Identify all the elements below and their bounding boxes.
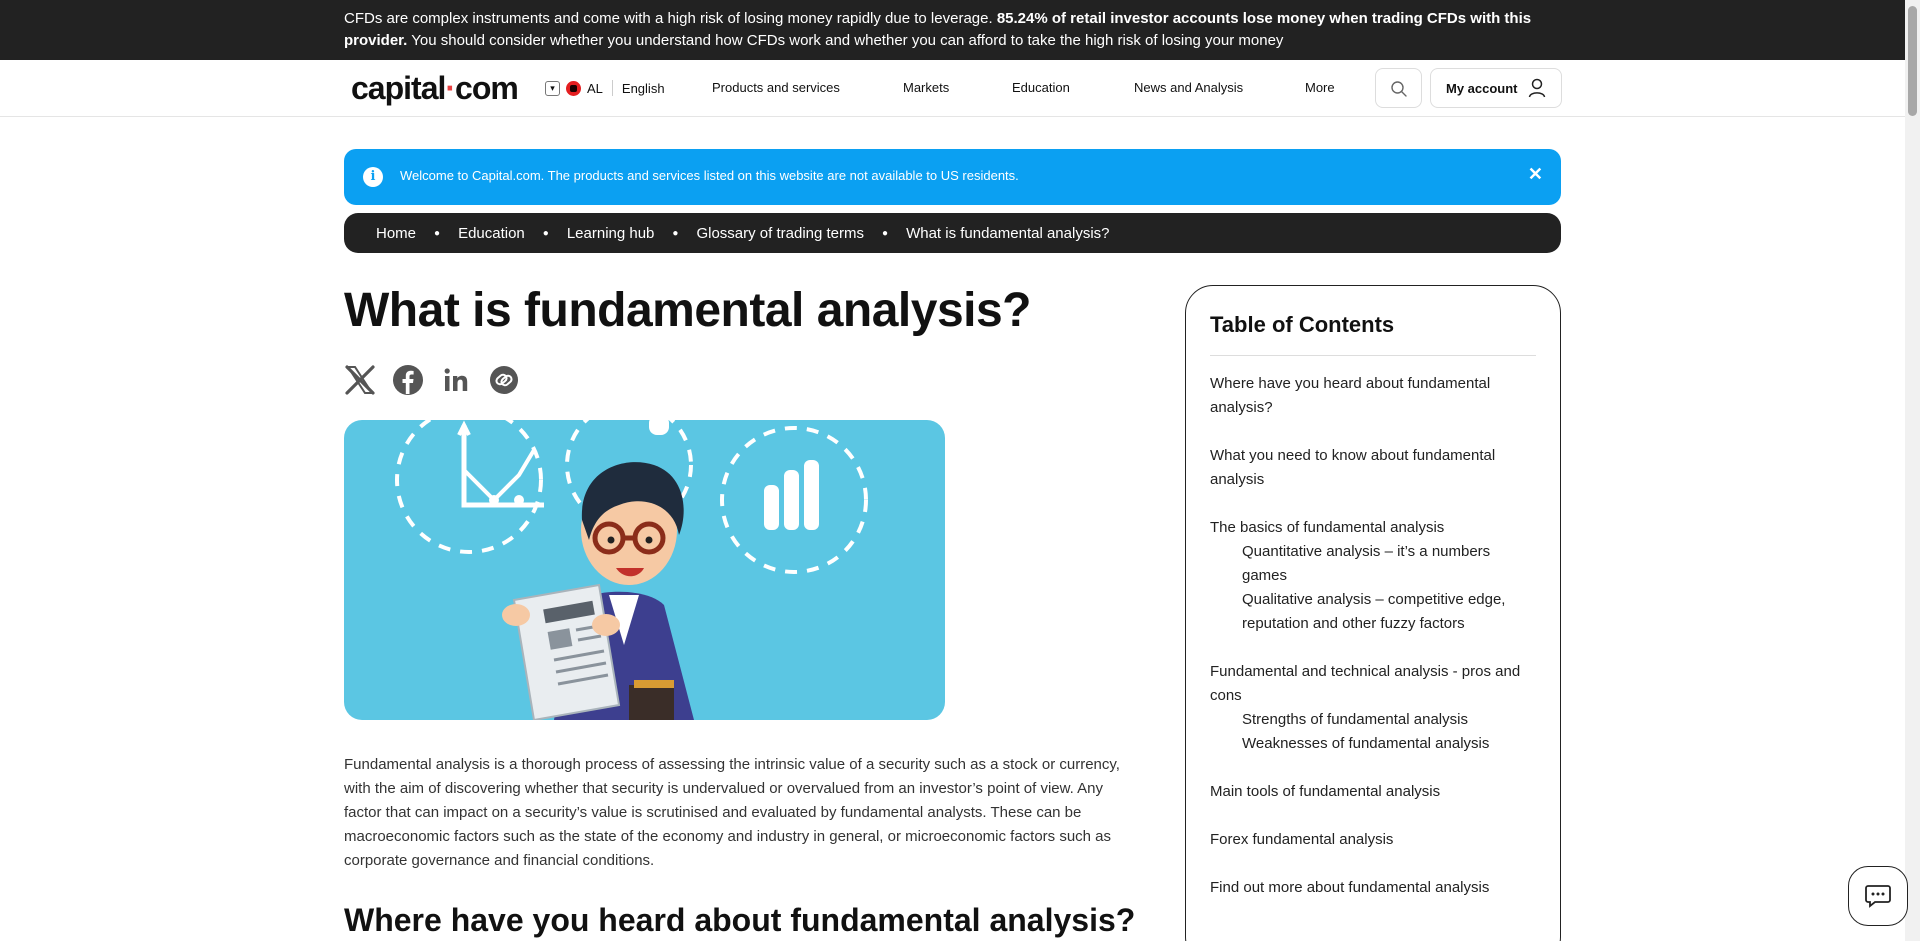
breadcrumb-current-page: What is fundamental analysis? (906, 224, 1110, 242)
search-icon (1391, 81, 1407, 97)
toc-subitem[interactable]: Quantitative analysis – it’s a numbers g… (1210, 540, 1536, 588)
info-icon: i (363, 167, 383, 187)
toc-item[interactable]: Find out more about fundamental analysis (1210, 876, 1536, 900)
breadcrumb-glossary[interactable]: Glossary of trading terms (696, 225, 864, 242)
toc-subitem[interactable]: Strengths of fundamental analysis (1210, 708, 1536, 732)
breadcrumb-education[interactable]: Education (458, 225, 525, 242)
article-intro-paragraph: Fundamental analysis is a thorough proce… (344, 756, 1120, 869)
table-of-contents: Table of Contents Where have you heard a… (1185, 285, 1561, 941)
search-button[interactable] (1375, 68, 1422, 108)
toc-item[interactable]: Main tools of fundamental analysis (1210, 780, 1536, 804)
info-banner-text: Welcome to Capital.com. The products and… (400, 168, 1019, 183)
top-navigation: capital·com ▾ AL English Products and se… (0, 60, 1905, 117)
albania-flag-icon (566, 80, 581, 96)
info-banner: i Welcome to Capital.com. The products a… (344, 149, 1561, 205)
page-scrollbar[interactable] (1905, 0, 1920, 941)
breadcrumb-learning-hub[interactable]: Learning hub (567, 225, 655, 242)
language-label: English (621, 80, 665, 96)
toc-item[interactable]: Forex fundamental analysis (1210, 828, 1536, 852)
menu-item-news-analysis[interactable]: News and Analysis (1134, 80, 1243, 95)
copy-link-icon[interactable] (488, 364, 520, 396)
risk-warning-text: CFDs are complex instruments and come wi… (344, 8, 1544, 52)
close-icon[interactable]: ✕ (1528, 164, 1543, 185)
breadcrumb: Home ● Education ● Learning hub ● Glossa… (344, 213, 1561, 253)
toc-item[interactable]: Where have you heard about fundamental a… (1210, 372, 1536, 420)
logo-dot: · (445, 70, 456, 106)
language-divider (611, 80, 613, 96)
menu-item-markets[interactable]: Markets (903, 80, 949, 95)
country-code: AL (587, 80, 603, 96)
my-account-button[interactable]: My account (1430, 68, 1562, 108)
breadcrumb-home[interactable]: Home (376, 225, 416, 242)
user-icon (1528, 78, 1545, 98)
scrollbar-thumb[interactable] (1908, 6, 1917, 116)
chat-button[interactable] (1848, 866, 1908, 926)
risk-warning-banner: CFDs are complex instruments and come wi… (0, 0, 1905, 60)
language-selector[interactable]: ▾ AL English (545, 80, 665, 96)
logo-text-left: capital (351, 70, 446, 106)
toc-subitem[interactable]: Qualitative analysis – competitive edge,… (1210, 588, 1536, 636)
logo-text-right: com (455, 70, 519, 106)
menu-item-more[interactable]: More (1305, 80, 1335, 95)
toc-item[interactable]: What you need to know about fundamental … (1210, 444, 1536, 492)
risk-text-part2: You should consider whether you understa… (407, 32, 1284, 49)
toc-list: Where have you heard about fundamental a… (1210, 372, 1536, 900)
share-bar (344, 364, 520, 396)
my-account-label: My account (1446, 80, 1518, 96)
toc-subitem[interactable]: Weaknesses of fundamental analysis (1210, 732, 1536, 756)
chevron-down-icon: ▾ (545, 80, 560, 96)
breadcrumb-separator: ● (542, 227, 549, 239)
linkedin-icon[interactable] (440, 364, 472, 396)
section-heading: Where have you heard about fundamental a… (344, 902, 1136, 938)
toc-item[interactable]: Fundamental and technical analysis - pro… (1210, 660, 1536, 708)
breadcrumb-separator: ● (434, 227, 441, 239)
chat-icon (1865, 885, 1891, 908)
breadcrumb-separator: ● (882, 227, 889, 239)
page-title: What is fundamental analysis? (344, 284, 1031, 337)
toc-item[interactable]: The basics of fundamental analysis (1210, 516, 1536, 540)
hero-illustration (344, 420, 945, 720)
risk-text-part1: CFDs are complex instruments and come wi… (344, 10, 997, 27)
toc-title: Table of Contents (1210, 312, 1536, 356)
breadcrumb-separator: ● (672, 227, 679, 239)
x-icon[interactable] (344, 364, 376, 396)
menu-item-products[interactable]: Products and services (712, 80, 840, 95)
menu-item-education[interactable]: Education (1012, 80, 1070, 95)
logo[interactable]: capital·com (351, 70, 519, 107)
facebook-icon[interactable] (392, 364, 424, 396)
